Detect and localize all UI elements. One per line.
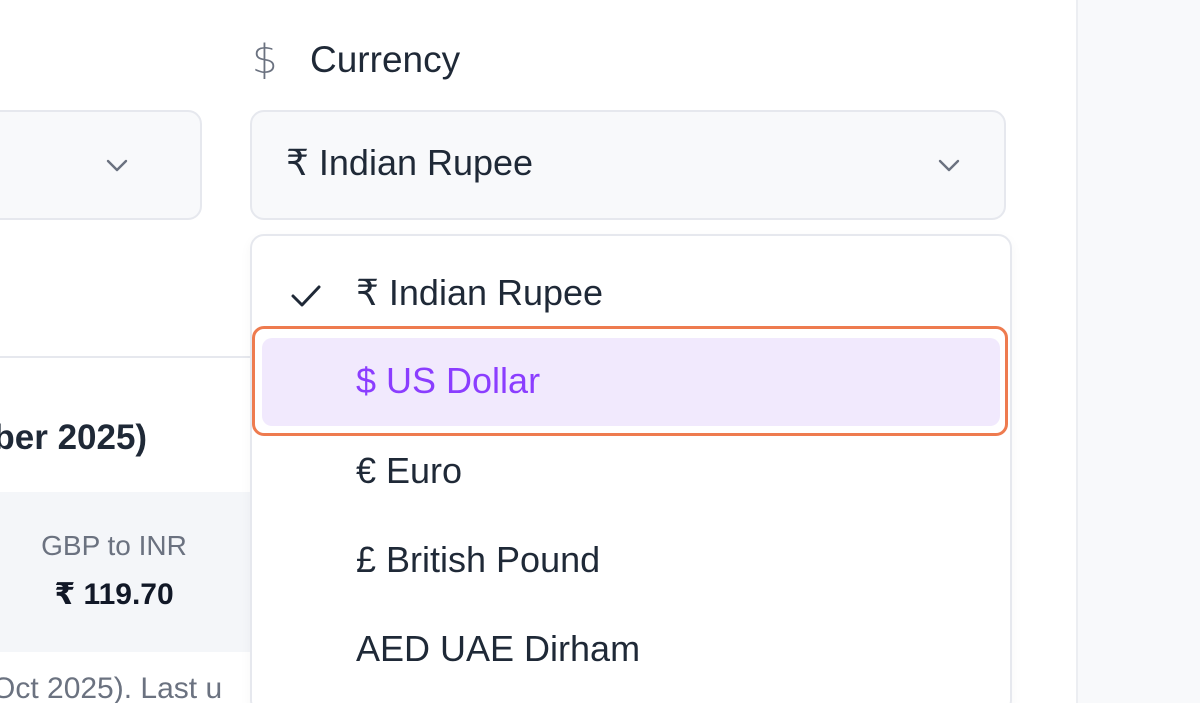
option-euro[interactable]: € Euro [262, 428, 1000, 516]
left-select[interactable] [0, 110, 202, 220]
chevron-down-icon [938, 159, 960, 172]
option-label: $ US Dollar [356, 360, 541, 401]
currency-field-label: $ Currency [252, 37, 461, 83]
option-british-pound[interactable]: £ British Pound [262, 517, 1000, 605]
currency-dropdown-menu: ₹ Indian Rupee $ US Dollar € Euro £ Brit… [250, 234, 1012, 703]
option-label: ₹ Indian Rupee [356, 272, 604, 313]
option-label: £ British Pound [356, 539, 601, 580]
page: ober 2025) GBP to INR ₹ 119.70 Oct 2025)… [0, 0, 1200, 703]
right-gutter [1076, 0, 1200, 703]
option-label: € Euro [356, 450, 463, 491]
dollar-icon: $ [252, 37, 278, 83]
chevron-down-icon [106, 159, 128, 172]
currency-select[interactable]: ₹ Indian Rupee [250, 110, 1006, 220]
check-icon [291, 285, 321, 307]
divider [0, 356, 252, 358]
currency-label-text: Currency [310, 39, 461, 80]
footnote: Oct 2025). Last u [0, 672, 223, 703]
currency-select-value: ₹ Indian Rupee [286, 142, 534, 183]
section-title: ober 2025) [0, 418, 148, 457]
option-uae-dirham[interactable]: AED UAE Dirham [262, 606, 1000, 694]
rate-card [0, 492, 252, 652]
option-indian-rupee[interactable]: ₹ Indian Rupee [262, 250, 1000, 338]
option-label: AED UAE Dirham [356, 628, 641, 669]
rate-value: ₹ 119.70 [54, 578, 174, 611]
option-us-dollar[interactable]: $ US Dollar [262, 338, 1000, 426]
rate-label: GBP to INR [41, 530, 187, 561]
